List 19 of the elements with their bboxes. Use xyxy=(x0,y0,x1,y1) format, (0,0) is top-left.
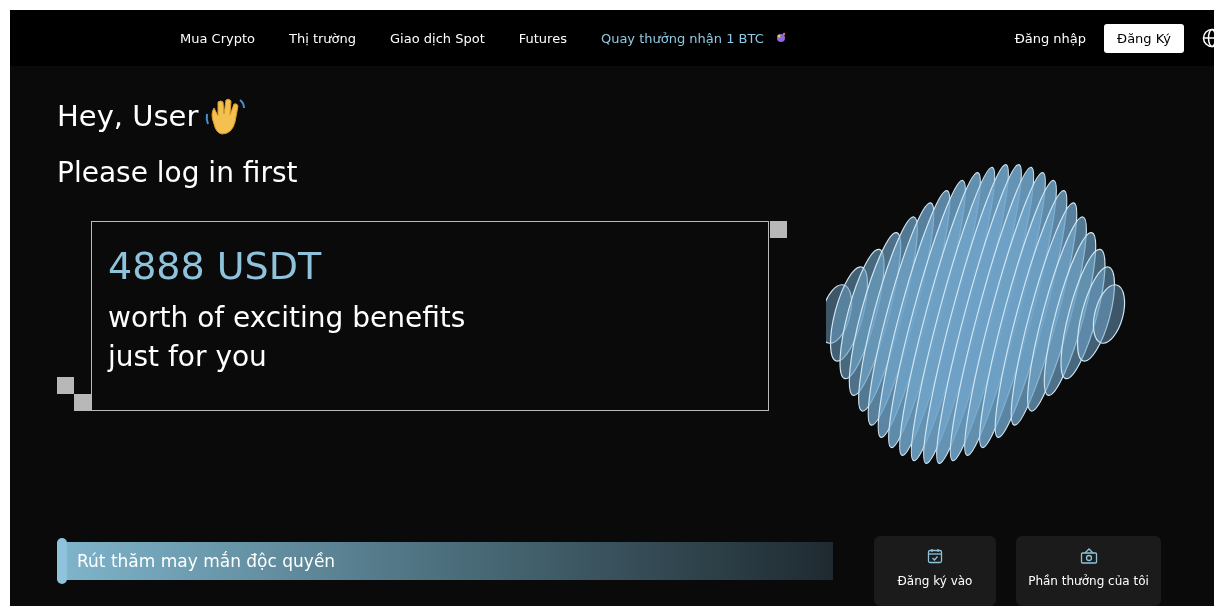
nav-link[interactable]: Thị trường xyxy=(289,30,357,46)
gift-box-icon xyxy=(1079,548,1098,564)
action-card[interactable]: Đăng ký vào xyxy=(874,536,996,606)
signup-button[interactable]: Đăng Ký xyxy=(1104,23,1184,53)
greeting-heading: Hey, User xyxy=(57,99,199,133)
nav-link[interactable]: Mua Crypto xyxy=(180,30,255,46)
nav-link[interactable]: Quay thưởng nhận 1 BTC xyxy=(600,30,788,46)
calendar-icon xyxy=(927,548,943,564)
promo-text: just for you xyxy=(108,339,268,376)
action-card[interactable]: Phần thưởng của tôi xyxy=(1016,536,1161,606)
promo-text: worth of exciting benefits xyxy=(108,300,467,336)
accent-bar xyxy=(57,538,67,584)
login-link[interactable]: Đăng nhập xyxy=(1014,30,1087,46)
nav-link[interactable]: Giao dịch Spot xyxy=(390,30,485,46)
promo-amount: 4888 USDT xyxy=(108,244,323,288)
login-prompt: Please log in first xyxy=(57,156,299,189)
corner-square xyxy=(57,377,74,394)
nav-link[interactable]: Futures xyxy=(518,30,567,46)
banner-title: Rút thăm may mắn độc quyền xyxy=(77,551,336,571)
